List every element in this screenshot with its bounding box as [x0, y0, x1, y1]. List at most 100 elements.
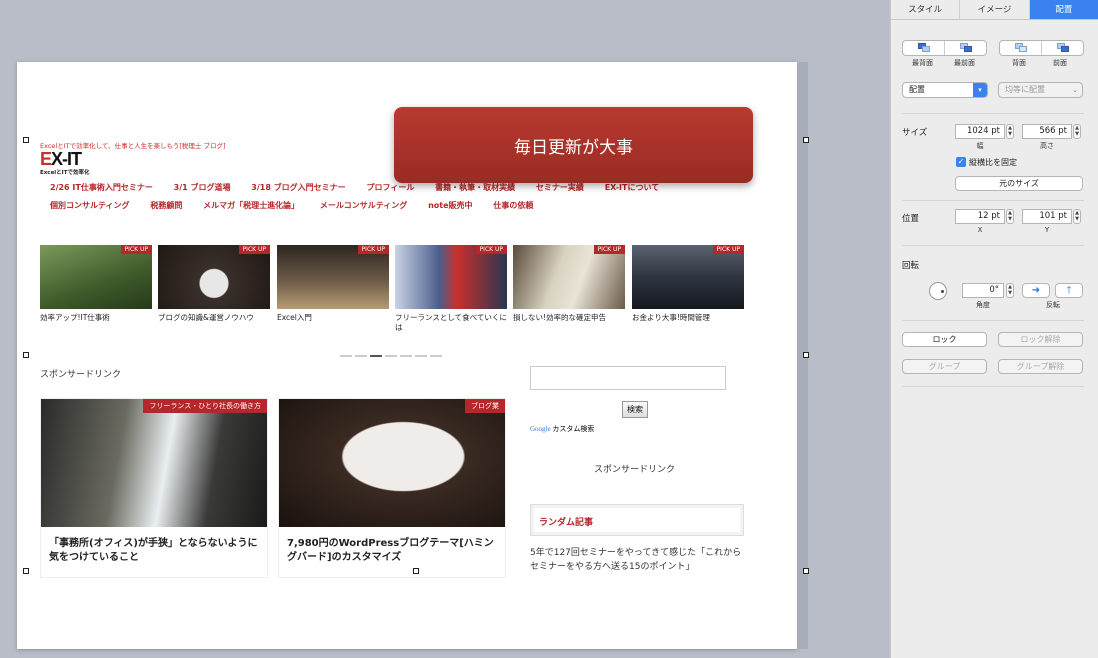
y-field[interactable]: 101 pt	[1022, 209, 1072, 224]
resize-handle-left[interactable]	[23, 352, 29, 358]
nav-item: 仕事の依頼	[493, 201, 534, 210]
lock-ratio-label: 縦横比を固定	[969, 158, 1017, 167]
pickup-caption: フリーランスとして食べていくには	[395, 313, 507, 332]
angle-stepper[interactable]: ▲ ▼	[1006, 283, 1014, 298]
slide-canvas[interactable]: ExcelとITで効率化して、仕事と人生を楽しもう[税理士 ブログ] EX-IT…	[0, 0, 890, 658]
nav-item: 個別コンサルティング	[50, 201, 130, 210]
send-to-back-button[interactable]	[903, 41, 945, 55]
align-popup[interactable]: 配置 ▾	[902, 82, 988, 98]
position-label: 位置	[902, 214, 920, 224]
logo-rest: X-IT	[51, 149, 82, 169]
x-stepper[interactable]: ▲ ▼	[1006, 209, 1014, 224]
pickup-caption: 損しない!効率的な確定申告	[513, 313, 607, 322]
carousel-dot	[415, 355, 427, 357]
blog-screenshot-image[interactable]: ExcelとITで効率化して、仕事と人生を楽しもう[税理士 ブログ] EX-IT…	[26, 140, 746, 578]
callout-text: 毎日更新が大事	[514, 137, 633, 158]
align-popup-value: 配置	[909, 85, 925, 94]
distribute-popup-value: 均等に配置	[1005, 85, 1045, 94]
carousel-dot	[340, 355, 352, 357]
blog-search-box	[530, 366, 726, 390]
article-image: ブログ業	[279, 399, 505, 527]
flip-horizontal-button[interactable]: ➜	[1022, 283, 1050, 298]
nav-item: 2/26 IT仕事術入門セミナー	[50, 183, 153, 192]
divider	[902, 386, 1084, 387]
nav-item: セミナー実績	[535, 183, 584, 192]
tab-style[interactable]: スタイル	[891, 0, 961, 19]
original-size-button[interactable]: 元のサイズ	[955, 176, 1083, 191]
flip-vertical-button[interactable]: 🡑	[1055, 283, 1083, 298]
height-sublabel: 高さ	[1040, 142, 1054, 150]
pickup-ribbon: PICK UP	[475, 245, 507, 254]
chevron-down-icon: ⌄	[1072, 86, 1078, 94]
order-label: 背面	[1012, 59, 1026, 67]
callout-box[interactable]: 毎日更新が大事	[394, 107, 753, 183]
pickup-item: PICK UP ブログの知識&運営ノウハウ	[158, 245, 270, 323]
pickup-thumbnail: PICK UP	[395, 245, 507, 309]
pickup-caption: ブログの知識&運営ノウハウ	[158, 313, 254, 322]
order-label: 前面	[1053, 59, 1067, 67]
height-stepper[interactable]: ▲ ▼	[1073, 124, 1081, 139]
blog-nav-primary: 2/26 IT仕事術入門セミナー 3/1 ブログ道場 3/18 ブログ入門セミナ…	[50, 182, 677, 193]
distribute-popup: 均等に配置 ⌄	[998, 82, 1083, 98]
pickup-item: PICK UP 効率アップ!IT仕事術	[40, 245, 152, 323]
x-field[interactable]: 12 pt	[955, 209, 1005, 224]
inspector-panel: スタイル イメージ 配置	[890, 0, 1098, 658]
send-backward-button[interactable]	[1000, 41, 1042, 55]
order-back-group	[902, 40, 987, 56]
article-title: 「事務所(オフィス)が手狭」とならないように気をつけていること	[49, 538, 258, 563]
pickup-ribbon: PICK UP	[238, 245, 270, 254]
divider	[902, 320, 1084, 321]
resize-handle-top-left[interactable]	[23, 137, 29, 143]
resize-handle-bottom-right[interactable]	[803, 568, 809, 574]
article-card: ブログ業 7,980円のWordPressブログテーマ[ハミングバード]のカスタ…	[278, 398, 506, 578]
bring-to-front-icon	[959, 43, 972, 53]
carousel-dot	[385, 355, 397, 357]
rotation-knob[interactable]	[929, 282, 947, 300]
bring-to-front-button[interactable]	[945, 41, 986, 55]
size-label: サイズ	[902, 128, 928, 138]
order-label: 最背面	[912, 59, 933, 67]
pickup-item: PICK UP お金より大事!時間管理	[632, 245, 744, 323]
bring-forward-icon	[1056, 43, 1069, 53]
send-backward-icon	[1014, 43, 1027, 53]
divider	[902, 200, 1084, 201]
tab-image[interactable]: イメージ	[960, 0, 1030, 19]
tab-arrange[interactable]: 配置	[1029, 0, 1098, 19]
sponsor-label-right: スポンサードリンク	[594, 465, 676, 475]
pickup-item: PICK UP Excel入門	[277, 245, 389, 323]
bring-forward-button[interactable]	[1042, 41, 1083, 55]
pickup-caption: お金より大事!時間管理	[632, 313, 710, 322]
width-field[interactable]: 1024 pt	[955, 124, 1005, 139]
resize-handle-right[interactable]	[803, 352, 809, 358]
arrow-right-icon: ➜	[1031, 285, 1041, 296]
group-button: グループ	[902, 359, 987, 374]
ungroup-button: グループ解除	[998, 359, 1083, 374]
rotate-label: 回転	[902, 261, 920, 271]
nav-item: プロフィール	[366, 183, 415, 192]
width-stepper[interactable]: ▲ ▼	[1006, 124, 1014, 139]
lock-button[interactable]: ロック	[902, 332, 987, 347]
logo-subtitle: ExcelとITで効率化	[40, 170, 90, 176]
article-ribbon: フリーランス・ひとり社長の働き方	[143, 399, 267, 413]
angle-field[interactable]: 0°	[962, 283, 1004, 298]
y-sublabel: Y	[1044, 226, 1050, 234]
send-to-back-icon	[917, 43, 930, 53]
nav-item: 3/18 ブログ入門セミナー	[251, 183, 346, 192]
carousel-dot-active	[370, 355, 382, 357]
carousel-dot	[430, 355, 442, 357]
inspector-tabs: スタイル イメージ 配置	[891, 0, 1098, 20]
blog-search-button: 検索	[622, 401, 648, 418]
resize-handle-bottom[interactable]	[413, 568, 419, 574]
nav-item: 税務顧問	[150, 201, 183, 210]
pickup-item: PICK UP 損しない!効率的な確定申告	[513, 245, 625, 323]
height-field[interactable]: 566 pt	[1022, 124, 1072, 139]
article-ribbon: ブログ業	[465, 399, 505, 413]
resize-handle-bottom-left[interactable]	[23, 568, 29, 574]
google-suffix: カスタム検索	[552, 425, 595, 433]
carousel-dots	[340, 342, 445, 357]
y-stepper[interactable]: ▲ ▼	[1073, 209, 1081, 224]
lock-ratio-checkbox[interactable]: ✓	[956, 157, 966, 167]
pickup-item: PICK UP フリーランスとして食べていくには	[395, 245, 507, 333]
divider	[902, 245, 1084, 246]
resize-handle-top-right[interactable]	[803, 137, 809, 143]
